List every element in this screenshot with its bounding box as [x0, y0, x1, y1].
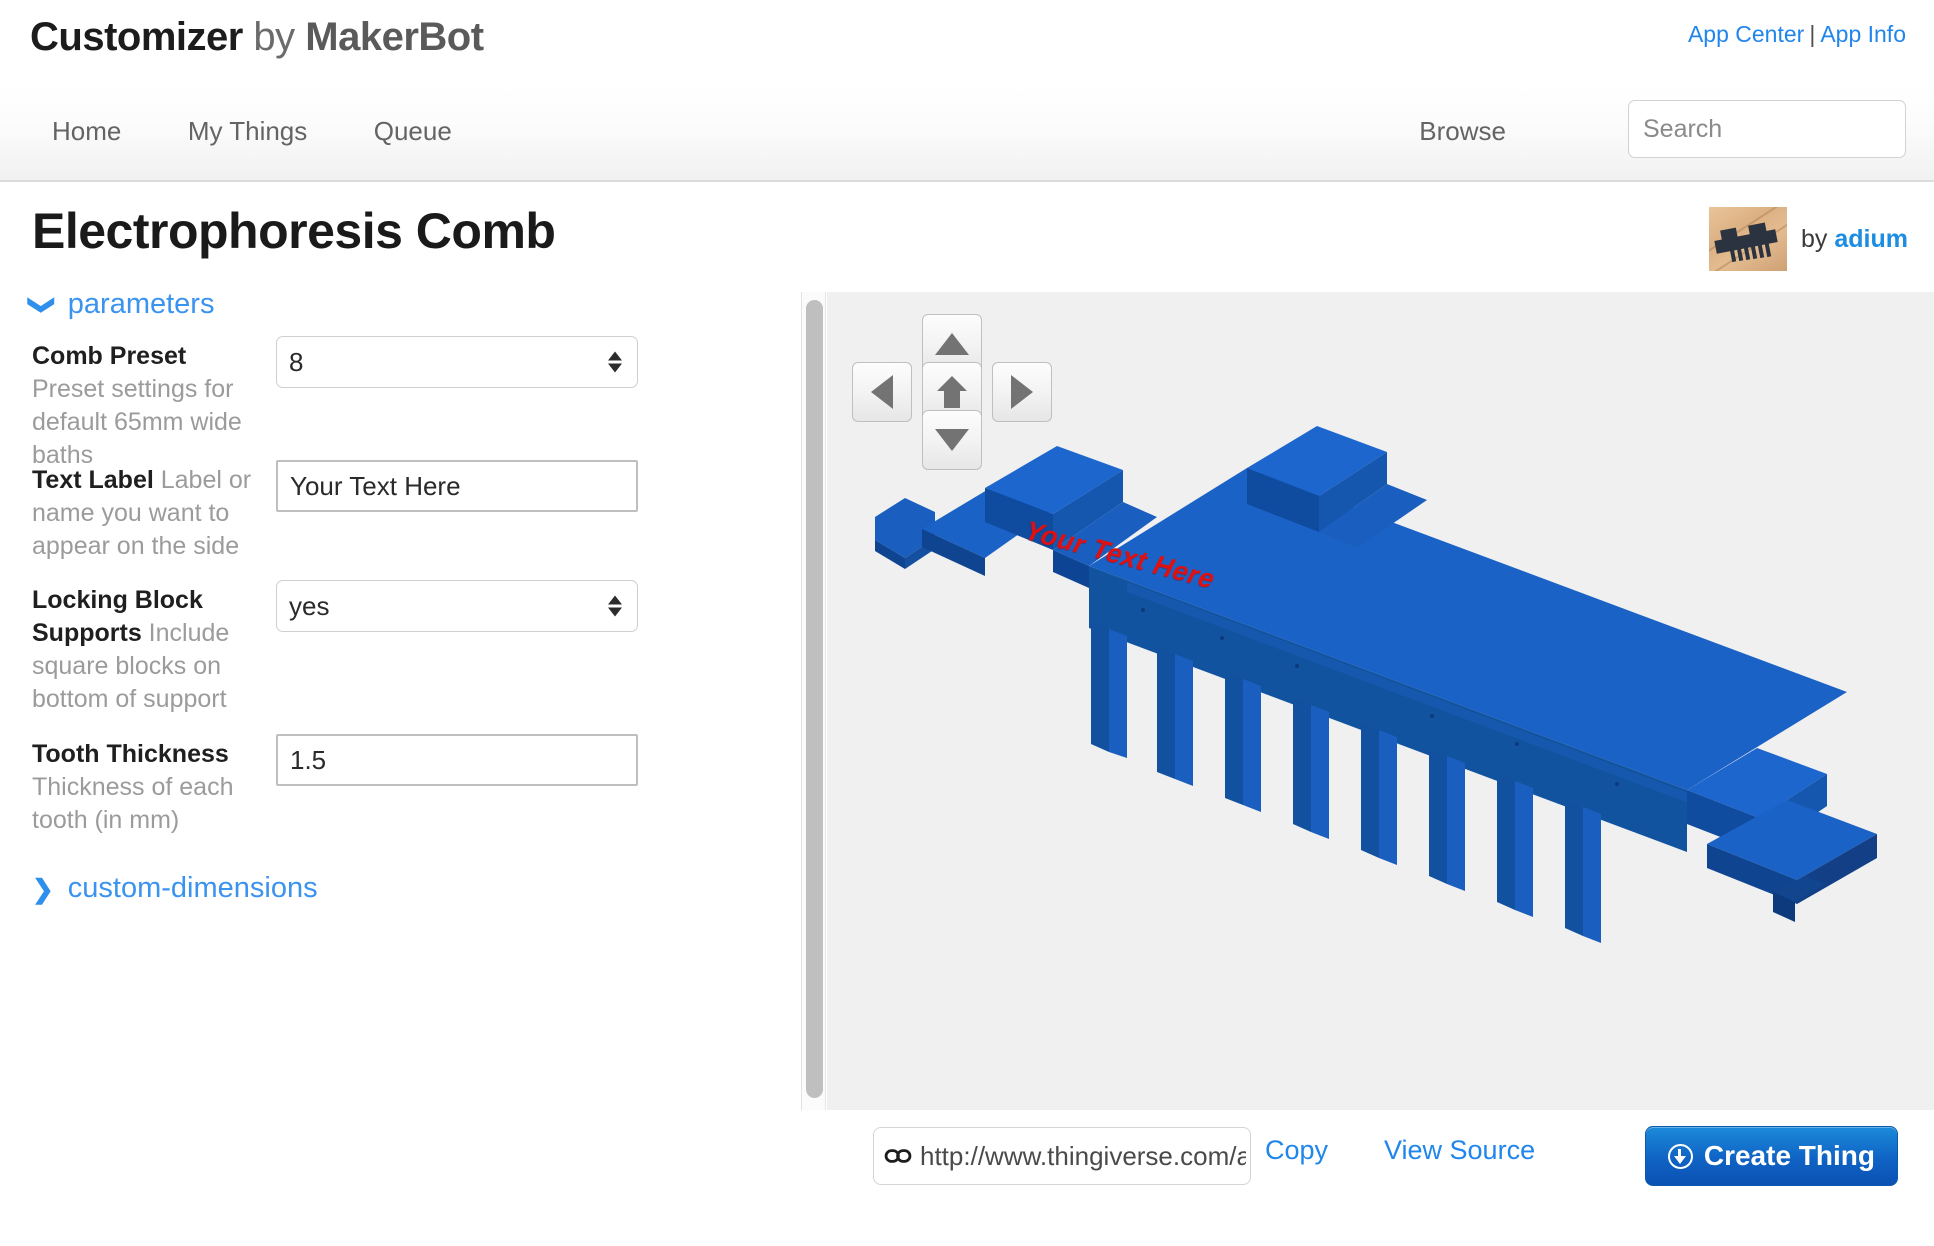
nav-items: Home My Things Queue	[52, 116, 514, 147]
param-field-comb-preset: 8	[276, 336, 638, 388]
nav-item-my-things[interactable]: My Things	[188, 116, 307, 147]
param-label-bold: Text Label	[32, 466, 154, 494]
brand-bar: Customizer by MakerBot App Center | App In…	[0, 0, 1934, 86]
param-row-locking-block-supports: Locking Block Supports Include square bl…	[0, 580, 800, 730]
triangle-down-icon	[935, 429, 969, 451]
param-label-desc: Thickness of each tooth (in mm)	[32, 773, 234, 834]
brand-company: MakerBot	[305, 15, 484, 59]
model-viewport[interactable]: Your Text Here	[827, 292, 1934, 1110]
param-label-text-label: Text Label Label or name you want to app…	[32, 464, 262, 563]
rotate-right-button[interactable]	[992, 362, 1052, 422]
triangle-left-icon	[871, 375, 893, 409]
comb-preset-select[interactable]: 8	[276, 336, 638, 388]
create-thing-label: Create Thing	[1703, 1140, 1875, 1171]
top-links-separator: |	[1809, 21, 1816, 47]
triangle-right-icon	[1011, 375, 1033, 409]
viewer-panel: Your Text Here	[800, 292, 1934, 1110]
chain-link-icon	[884, 1149, 912, 1163]
action-bar: Copy View Source Create Thing	[800, 1110, 1934, 1246]
nav-item-queue[interactable]: Queue	[374, 116, 452, 147]
author-label: by adium	[1801, 225, 1908, 254]
author-link[interactable]: adium	[1834, 225, 1908, 253]
share-url-input[interactable]	[918, 1139, 1248, 1173]
rotate-down-button[interactable]	[922, 410, 982, 470]
app-info-link[interactable]: App Info	[1820, 21, 1906, 47]
viewer-scrollbar-thumb[interactable]	[806, 300, 823, 1098]
param-field-locking-block-supports: yes	[276, 580, 638, 632]
param-row-comb-preset: Comb Preset Preset settings for default …	[0, 336, 800, 469]
text-label-input[interactable]	[276, 460, 638, 512]
create-thing-button[interactable]: Create Thing	[1644, 1126, 1898, 1186]
select-wrapper-comb-preset: 8	[276, 336, 638, 388]
param-row-text-label: Text Label Label or name you want to app…	[0, 460, 800, 590]
author-byline: by adium	[1709, 207, 1908, 271]
section-toggle-parameters[interactable]: ❯ parameters	[27, 288, 215, 321]
triangle-up-icon	[935, 333, 969, 355]
app-center-link[interactable]: App Center	[1688, 21, 1804, 47]
section-toggle-custom-dimensions[interactable]: ❯ custom-dimensions	[32, 872, 318, 905]
by-prefix: by	[1801, 224, 1835, 253]
app-brand: Customizer by MakerBot	[30, 13, 484, 61]
view-controls	[852, 314, 1052, 514]
select-wrapper-locking-block-supports: yes	[276, 580, 638, 632]
viewer-scrollbar-track[interactable]	[801, 292, 826, 1110]
brand-by: by	[242, 15, 306, 59]
param-row-tooth-thickness: Tooth Thickness Thickness of each tooth (…	[0, 734, 800, 864]
nav-item-browse[interactable]: Browse	[1419, 116, 1506, 147]
param-field-text-label	[276, 460, 638, 512]
param-label-locking-block-supports: Locking Block Supports Include square bl…	[32, 584, 262, 716]
download-circle-icon	[1667, 1143, 1693, 1169]
nav-item-home[interactable]: Home	[52, 116, 121, 147]
thing-title-row: Electrophoresis Comb by adium	[0, 182, 1934, 292]
param-label-desc: Preset settings for default 65mm wide ba…	[32, 375, 242, 469]
parameters-panel: ❯ parameters Comb Preset Preset settings…	[0, 288, 800, 1110]
param-label-bold: Tooth Thickness	[32, 740, 229, 768]
rotate-left-button[interactable]	[852, 362, 912, 422]
chevron-right-icon: ❯	[32, 873, 54, 904]
param-label-bold: Comb Preset	[32, 342, 187, 370]
section-label-parameters: parameters	[67, 288, 215, 320]
chevron-down-icon: ❯	[27, 293, 58, 316]
locking-block-supports-select[interactable]: yes	[276, 580, 638, 632]
search-input[interactable]	[1628, 100, 1906, 158]
param-field-tooth-thickness	[276, 734, 638, 786]
view-source-button[interactable]: View Source	[1384, 1135, 1535, 1166]
param-label-tooth-thickness: Tooth Thickness Thickness of each tooth (…	[32, 738, 262, 837]
thing-thumbnail[interactable]	[1709, 207, 1788, 271]
home-arrow-icon	[937, 376, 967, 408]
brand-name: Customizer	[30, 15, 243, 59]
page-title: Electrophoresis Comb	[32, 203, 556, 259]
copy-link-button[interactable]: Copy	[1265, 1135, 1328, 1166]
tooth-thickness-input[interactable]	[276, 734, 638, 786]
main-nav-bar: Home My Things Queue Browse	[0, 86, 1934, 182]
share-url-box[interactable]	[873, 1127, 1251, 1185]
section-label-custom-dimensions: custom-dimensions	[67, 872, 318, 904]
top-links: App Center | App Info	[1688, 20, 1906, 48]
param-label-comb-preset: Comb Preset Preset settings for default …	[32, 340, 262, 472]
